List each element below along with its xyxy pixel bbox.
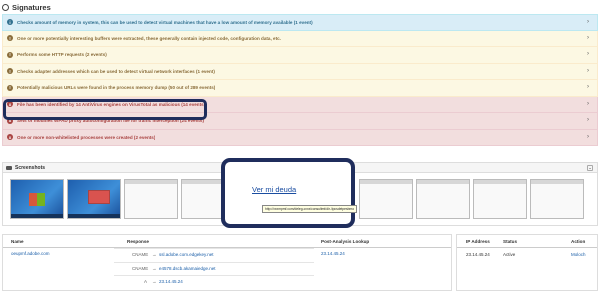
screenshots-title: Screenshots xyxy=(15,164,46,171)
warning-icon: ! xyxy=(7,84,13,91)
signature-row[interactable]: ! One or more potentially interesting buf… xyxy=(2,30,598,47)
signature-text: One or more non-whitelisted processes we… xyxy=(17,134,156,140)
screenshot-zoom-popup: Ver mi deuda http://xxxmpmf.com/deleg-cx… xyxy=(221,158,358,228)
ver-mi-deuda-link[interactable]: Ver mi deuda xyxy=(252,185,296,194)
column-header-name: Name xyxy=(11,239,24,244)
column-header-ip: IP Address xyxy=(466,239,490,244)
window-titlebar xyxy=(360,180,412,184)
column-header-status: Status xyxy=(503,239,518,244)
screenshot-thumbnail[interactable] xyxy=(67,179,121,219)
signatures-title: Signatures xyxy=(12,2,51,12)
chevron-right-icon[interactable]: › xyxy=(587,84,589,90)
screenshot-thumbnail[interactable] xyxy=(359,179,413,219)
taskbar xyxy=(68,214,120,218)
url-tooltip: http://xxxmpmf.com/deleg-cxxx/consultmt/… xyxy=(262,205,358,213)
record-value-link[interactable]: 23.14.45.24 xyxy=(159,279,183,284)
record-type: A xyxy=(144,279,148,284)
gear-icon xyxy=(2,3,9,11)
taskbar xyxy=(11,214,63,218)
record-type: CNAME xyxy=(132,266,149,271)
warning-icon: ! xyxy=(7,51,13,58)
chevron-right-icon[interactable]: › xyxy=(587,19,589,25)
screenshot-thumbnail[interactable] xyxy=(530,179,584,219)
chevron-right-icon[interactable]: › xyxy=(587,51,589,57)
signature-text: Performs some HTTP requests (2 events) xyxy=(17,52,107,58)
windows-logo-icon xyxy=(29,193,45,206)
signature-text: Checks adapter addresses which can be us… xyxy=(17,68,215,74)
column-header-action: Action xyxy=(571,239,586,244)
header-divider xyxy=(457,247,597,248)
dns-table: Name Response Post-Analysis Lookup oeupm… xyxy=(2,234,452,291)
record-value-link[interactable]: ssl.adobe.com.edgekey.net xyxy=(159,252,213,257)
chevron-right-icon[interactable]: › xyxy=(587,134,589,140)
screenshot-thumbnail[interactable] xyxy=(10,179,64,219)
screenshot-thumbnail[interactable] xyxy=(473,179,527,219)
ip-table: IP Address Status Action 23.14.45.24 Act… xyxy=(456,234,598,291)
camera-icon xyxy=(6,165,12,170)
signature-text: Checks amount of memory in system, this … xyxy=(17,19,313,25)
record-type: CNAME xyxy=(132,252,149,257)
highlight-box-virustotal xyxy=(3,99,207,120)
record-value-link[interactable]: e4578.dscb.akamaiedge.net xyxy=(159,266,216,271)
arrow-icon: → xyxy=(152,252,157,257)
danger-icon: x xyxy=(7,134,13,141)
alert-dialog xyxy=(88,190,110,204)
chevron-right-icon[interactable]: › xyxy=(587,68,589,74)
window-titlebar xyxy=(125,180,177,184)
column-header-lookup: Post-Analysis Lookup xyxy=(321,239,370,244)
signature-text: Potentially malicious URLs were found in… xyxy=(17,85,216,91)
signature-row[interactable]: ! Performs some HTTP requests (2 events) › xyxy=(2,47,598,64)
signature-row[interactable]: x One or more non-whitelisted processes w… xyxy=(2,129,598,146)
arrow-icon: → xyxy=(152,266,157,271)
screenshot-thumbnail[interactable] xyxy=(124,179,178,219)
signature-text: One or more potentially interesting buff… xyxy=(17,35,281,41)
dns-record-row: CNAME → ssl.adobe.com.edgekey.net xyxy=(114,248,314,260)
window-titlebar xyxy=(417,180,469,184)
signature-list: i Checks amount of memory in system, this… xyxy=(2,14,598,146)
lookup-ip-link[interactable]: 23.14.45.24 xyxy=(321,251,345,256)
signatures-header: Signatures xyxy=(2,2,51,12)
window-titlebar xyxy=(531,180,583,184)
dns-record-row: A → 23.14.45.24 xyxy=(114,275,314,287)
chevron-right-icon[interactable]: › xyxy=(587,35,589,41)
arrow-icon: → xyxy=(152,279,157,284)
chevron-right-icon[interactable]: › xyxy=(587,101,589,107)
signature-row[interactable]: ! Potentially malicious URLs were found i… xyxy=(2,80,598,97)
signature-row[interactable]: ! Checks adapter addresses which can be u… xyxy=(2,63,598,80)
chevron-right-icon[interactable]: › xyxy=(587,117,589,123)
warning-icon: ! xyxy=(7,68,13,75)
moloch-link[interactable]: Moloch xyxy=(571,252,586,257)
collapse-icon[interactable]: ⌄ xyxy=(587,165,593,171)
signature-row[interactable]: i Checks amount of memory in system, this… xyxy=(2,14,598,31)
domain-name-link[interactable]: oeupmf.adobe.com xyxy=(11,251,50,256)
screenshot-thumbnail[interactable] xyxy=(416,179,470,219)
info-icon: i xyxy=(7,19,13,26)
ip-address: 23.14.45.24 xyxy=(466,252,490,257)
column-header-response: Response xyxy=(127,239,149,244)
warning-icon: ! xyxy=(7,35,13,42)
window-titlebar xyxy=(474,180,526,184)
status-text: Active xyxy=(503,252,516,257)
dns-record-row: CNAME → e4578.dscb.akamaiedge.net xyxy=(114,262,314,274)
